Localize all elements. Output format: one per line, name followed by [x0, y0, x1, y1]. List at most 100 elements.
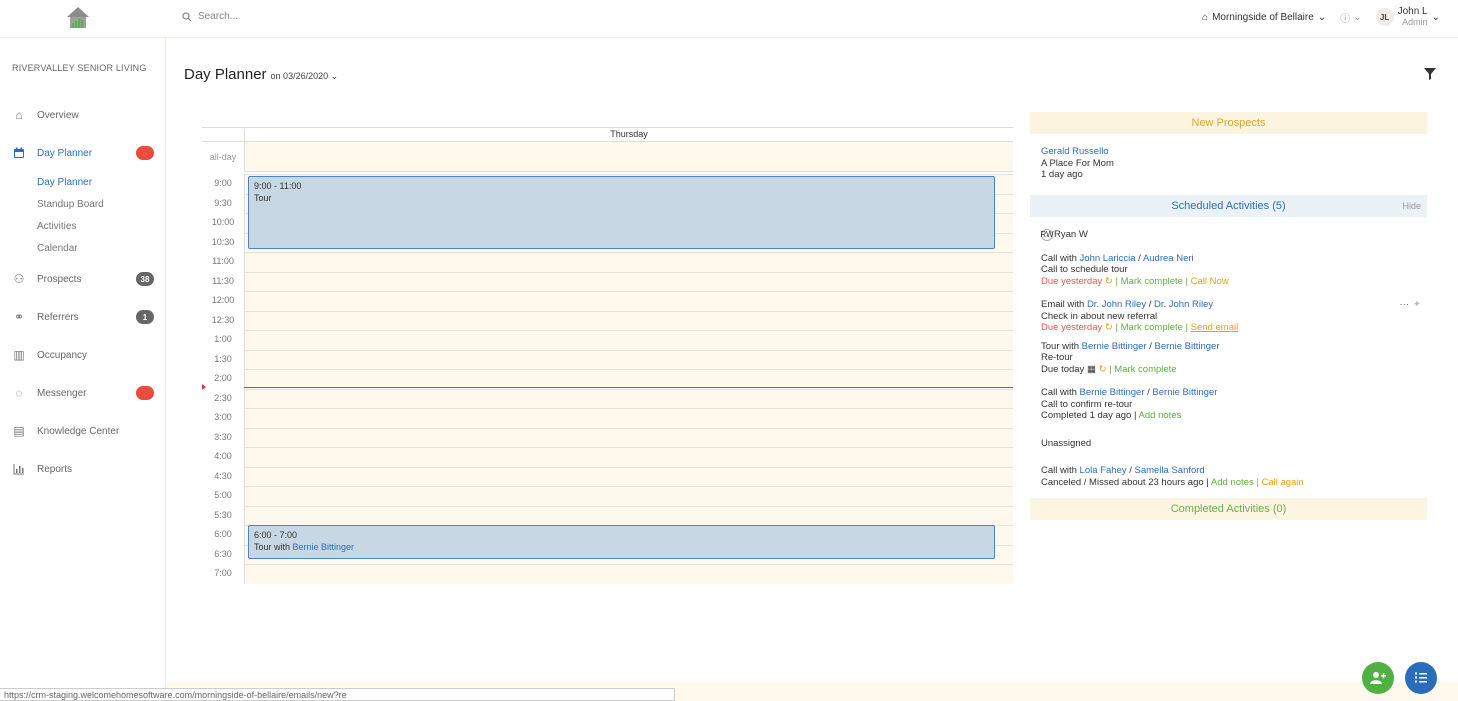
prospect-link[interactable]: Bernie Bittinger	[1155, 341, 1220, 352]
search-bar[interactable]: Search...	[182, 11, 238, 22]
sidebar-item-occupancy[interactable]: ▥ Occupancy	[0, 336, 166, 374]
time-slot[interactable]: 4:30	[202, 466, 1013, 486]
subnav-activities[interactable]: Activities	[37, 216, 166, 238]
search-input[interactable]: Search...	[198, 11, 238, 22]
time-cell[interactable]	[244, 271, 1013, 291]
time-slot[interactable]: 2:00	[202, 369, 1013, 389]
user-menu[interactable]: JL John L Admin ⌄	[1375, 6, 1440, 28]
mark-complete-link[interactable]: | Mark complete |	[1116, 276, 1189, 287]
time-slot[interactable]: 3:30	[202, 427, 1013, 447]
sidebar-item-reports[interactable]: Reports	[0, 450, 166, 488]
time-slot[interactable]: 5:30	[202, 505, 1013, 525]
add-notes-link[interactable]: Add notes	[1211, 477, 1254, 488]
prospect-link[interactable]: Dr. John Riley	[1087, 299, 1146, 310]
user-name: John L	[1397, 6, 1428, 17]
home-icon: ⌂	[15, 108, 23, 122]
logo-icon[interactable]	[64, 4, 92, 32]
time-cell[interactable]	[244, 388, 1013, 408]
sidebar-item-messenger[interactable]: ◌ Messenger 2	[0, 374, 166, 412]
time-cell[interactable]	[244, 564, 1013, 584]
sidebar-item-referrers[interactable]: ⚭ Referrers 1	[0, 298, 166, 336]
prospect-link[interactable]: Dr. John Riley	[1154, 299, 1213, 310]
prospect-link[interactable]: Bernie Bittinger	[1080, 387, 1145, 398]
call-now-link[interactable]: Call Now	[1191, 276, 1229, 287]
time-cell[interactable]	[244, 505, 1013, 525]
browser-status-url: https://crm-staging.welcomehomesoftware.…	[0, 688, 675, 701]
time-cell[interactable]	[244, 291, 1013, 311]
hide-button[interactable]: Hide	[1402, 195, 1421, 217]
sidebar-item-knowledge-center[interactable]: ▤ Knowledge Center	[0, 412, 166, 450]
time-cell[interactable]	[244, 466, 1013, 486]
time-slot[interactable]: 7:00	[202, 564, 1013, 584]
time-cell[interactable]	[244, 310, 1013, 330]
notification-badge: 2	[136, 386, 154, 400]
task-list-button[interactable]	[1405, 662, 1437, 694]
time-cell[interactable]	[244, 447, 1013, 467]
filter-icon[interactable]	[1424, 68, 1436, 80]
prospect-link[interactable]: John Lariccia	[1080, 253, 1136, 264]
subnav-standup-board[interactable]: Standup Board	[37, 194, 166, 216]
prospect-link[interactable]: Lola Fahey	[1080, 465, 1127, 476]
time-slot[interactable]: 5:00	[202, 486, 1013, 506]
time-slot[interactable]: 3:00	[202, 408, 1013, 428]
prospect-link[interactable]: Audrea Neri	[1143, 253, 1194, 264]
activity-type: Tour with	[1041, 340, 1082, 352]
time-cell[interactable]	[244, 427, 1013, 447]
mark-complete-link[interactable]: | Mark complete	[1109, 364, 1176, 375]
pin-icon[interactable]: ✦	[1413, 299, 1421, 311]
calendar-event[interactable]: 6:00 - 7:00 Tour with Bernie Bittinger	[248, 525, 995, 559]
chevron-down-icon: ⌄	[1431, 11, 1440, 23]
prospect-link[interactable]: Bernie Bittinger	[1082, 341, 1147, 352]
sidebar-item-overview[interactable]: ⌂ Overview	[0, 96, 166, 134]
subnav-day-planner[interactable]: Day Planner	[37, 172, 166, 194]
date-selector[interactable]: on 03/26/2020 ⌄	[271, 71, 339, 82]
separator: /	[1146, 299, 1154, 310]
time-cell[interactable]	[244, 408, 1013, 428]
snooze-icon[interactable]: ↻	[1105, 322, 1113, 333]
scheduled-activities-header[interactable]: Scheduled Activities (5) Hide	[1030, 194, 1427, 217]
subnav-calendar[interactable]: Calendar	[37, 238, 166, 260]
time-slot[interactable]: 11:00	[202, 252, 1013, 272]
sidebar-item-day-planner[interactable]: Day Planner 6	[0, 134, 166, 172]
more-options-icon[interactable]: ···	[1400, 299, 1410, 311]
due-status: Due today	[1041, 363, 1085, 375]
add-notes-link[interactable]: Add notes	[1139, 410, 1182, 421]
chart-icon	[12, 462, 26, 476]
new-prospects-header[interactable]: New Prospects	[1030, 112, 1427, 134]
time-cell[interactable]	[244, 369, 1013, 389]
snooze-icon[interactable]: ↻	[1105, 276, 1113, 287]
time-cell[interactable]	[244, 252, 1013, 272]
sidebar-item-prospects[interactable]: ⚇ Prospects 38	[0, 260, 166, 298]
sidebar-item-label: Reports	[37, 463, 73, 475]
completed-activities-header[interactable]: Completed Activities (0)	[1030, 498, 1427, 520]
prospect-link[interactable]: Bernie Bittinger	[293, 542, 355, 552]
allday-cell[interactable]	[244, 142, 1013, 172]
time-slot[interactable]: 11:30	[202, 271, 1013, 291]
call-again-link[interactable]: Call again	[1261, 477, 1303, 488]
community-selector[interactable]: ⌂ Morningside of Bellaire ⌄	[1202, 12, 1326, 23]
prospect-link[interactable]: Bernie Bittinger	[1152, 387, 1217, 398]
book-icon: ▤	[13, 424, 25, 438]
time-slot[interactable]: 1:00	[202, 330, 1013, 350]
time-slot[interactable]: 12:30	[202, 310, 1013, 330]
time-label: 6:00	[214, 529, 232, 539]
mark-complete-link[interactable]: | Mark complete |	[1116, 322, 1189, 333]
prospect-link[interactable]: Samella Sanford	[1134, 465, 1204, 476]
prospect-link[interactable]: Gerald Russello	[1041, 146, 1416, 158]
snooze-icon[interactable]: ↻	[1099, 364, 1107, 375]
add-prospect-button[interactable]	[1362, 662, 1394, 694]
time-cell[interactable]	[244, 330, 1013, 350]
calendar-event[interactable]: 9:00 - 11:00 Tour	[248, 176, 995, 249]
time-slot[interactable]: 2:30	[202, 388, 1013, 408]
time-slot[interactable]: 12:00	[202, 291, 1013, 311]
chevron-down-icon: ⌄	[328, 71, 339, 81]
help-menu[interactable]: ⓘ ⌄	[1340, 10, 1361, 25]
time-label: 12:00	[211, 295, 235, 305]
time-cell[interactable]	[244, 349, 1013, 369]
time-cell[interactable]	[244, 486, 1013, 506]
calendar-icon[interactable]: ▦	[1087, 364, 1096, 375]
send-email-link[interactable]: Send email	[1191, 322, 1239, 333]
time-slot[interactable]: 4:00	[202, 447, 1013, 467]
chevron-down-icon: ⌄	[1317, 11, 1327, 23]
time-slot[interactable]: 1:30	[202, 349, 1013, 369]
